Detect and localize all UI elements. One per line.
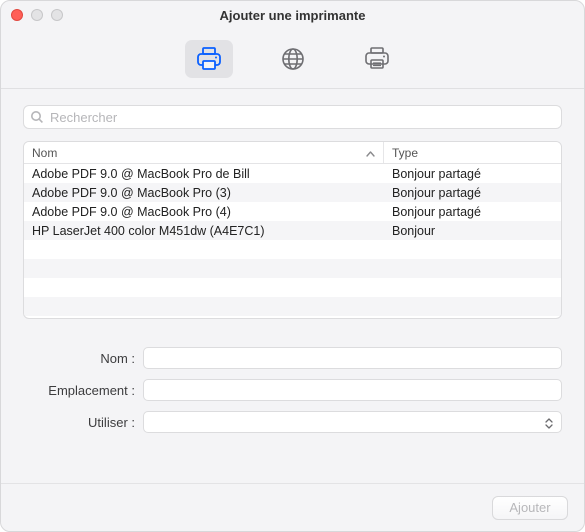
table-row[interactable] [24,278,561,297]
content-area: Nom Type Adobe PDF 9.0 @ MacBook Pro de … [1,89,584,483]
table-row[interactable]: Adobe PDF 9.0 @ MacBook Pro (4) Bonjour … [24,202,561,221]
search-icon [30,110,44,124]
table-row[interactable]: Adobe PDF 9.0 @ MacBook Pro (3) Bonjour … [24,183,561,202]
ip-tab-button[interactable] [269,40,317,78]
use-select[interactable] [143,411,562,433]
sort-ascending-icon [366,148,375,162]
search-input[interactable] [23,105,562,129]
add-button-label: Ajouter [509,500,550,515]
default-tab-button[interactable] [185,40,233,78]
cell-name: HP LaserJet 400 color M451dw (A4E7C1) [24,224,384,238]
column-header-name-label: Nom [32,146,57,160]
cell-name: Adobe PDF 9.0 @ MacBook Pro (3) [24,186,384,200]
select-stepper-icon [541,414,557,432]
minimize-button[interactable] [31,9,43,21]
globe-icon [280,46,306,72]
printer-form: Nom : Emplacement : Utiliser : [23,341,562,449]
cell-type: Bonjour [384,224,561,238]
close-button[interactable] [11,9,23,21]
table-row[interactable] [24,259,561,278]
printer-table: Nom Type Adobe PDF 9.0 @ MacBook Pro de … [23,141,562,319]
column-header-name[interactable]: Nom [24,142,384,163]
toolbar [1,29,584,89]
window-title: Ajouter une imprimante [220,8,366,23]
table-header: Nom Type [24,142,561,164]
location-field[interactable] [143,379,562,401]
cell-name: Adobe PDF 9.0 @ MacBook Pro (4) [24,205,384,219]
table-row[interactable]: Adobe PDF 9.0 @ MacBook Pro de Bill Bonj… [24,164,561,183]
table-row[interactable]: HP LaserJet 400 color M451dw (A4E7C1) Bo… [24,221,561,240]
printer-icon [195,46,223,72]
name-field[interactable] [143,347,562,369]
column-header-type[interactable]: Type [384,142,561,163]
printer-advanced-icon [363,46,391,72]
add-button[interactable]: Ajouter [492,496,568,520]
zoom-button[interactable] [51,9,63,21]
cell-type: Bonjour partagé [384,167,561,181]
table-row[interactable] [24,297,561,316]
cell-type: Bonjour partagé [384,205,561,219]
footer: Ajouter [1,483,584,531]
column-header-type-label: Type [392,146,418,160]
window-controls [11,9,63,21]
titlebar: Ajouter une imprimante [1,1,584,29]
add-printer-window: Ajouter une imprimante [0,0,585,532]
cell-name: Adobe PDF 9.0 @ MacBook Pro de Bill [24,167,384,181]
advanced-tab-button[interactable] [353,40,401,78]
search-wrap [23,105,562,129]
table-row[interactable] [24,240,561,259]
use-label: Utiliser : [23,415,143,430]
cell-type: Bonjour partagé [384,186,561,200]
location-label: Emplacement : [23,383,143,398]
table-body[interactable]: Adobe PDF 9.0 @ MacBook Pro de Bill Bonj… [24,164,561,318]
name-label: Nom : [23,351,143,366]
